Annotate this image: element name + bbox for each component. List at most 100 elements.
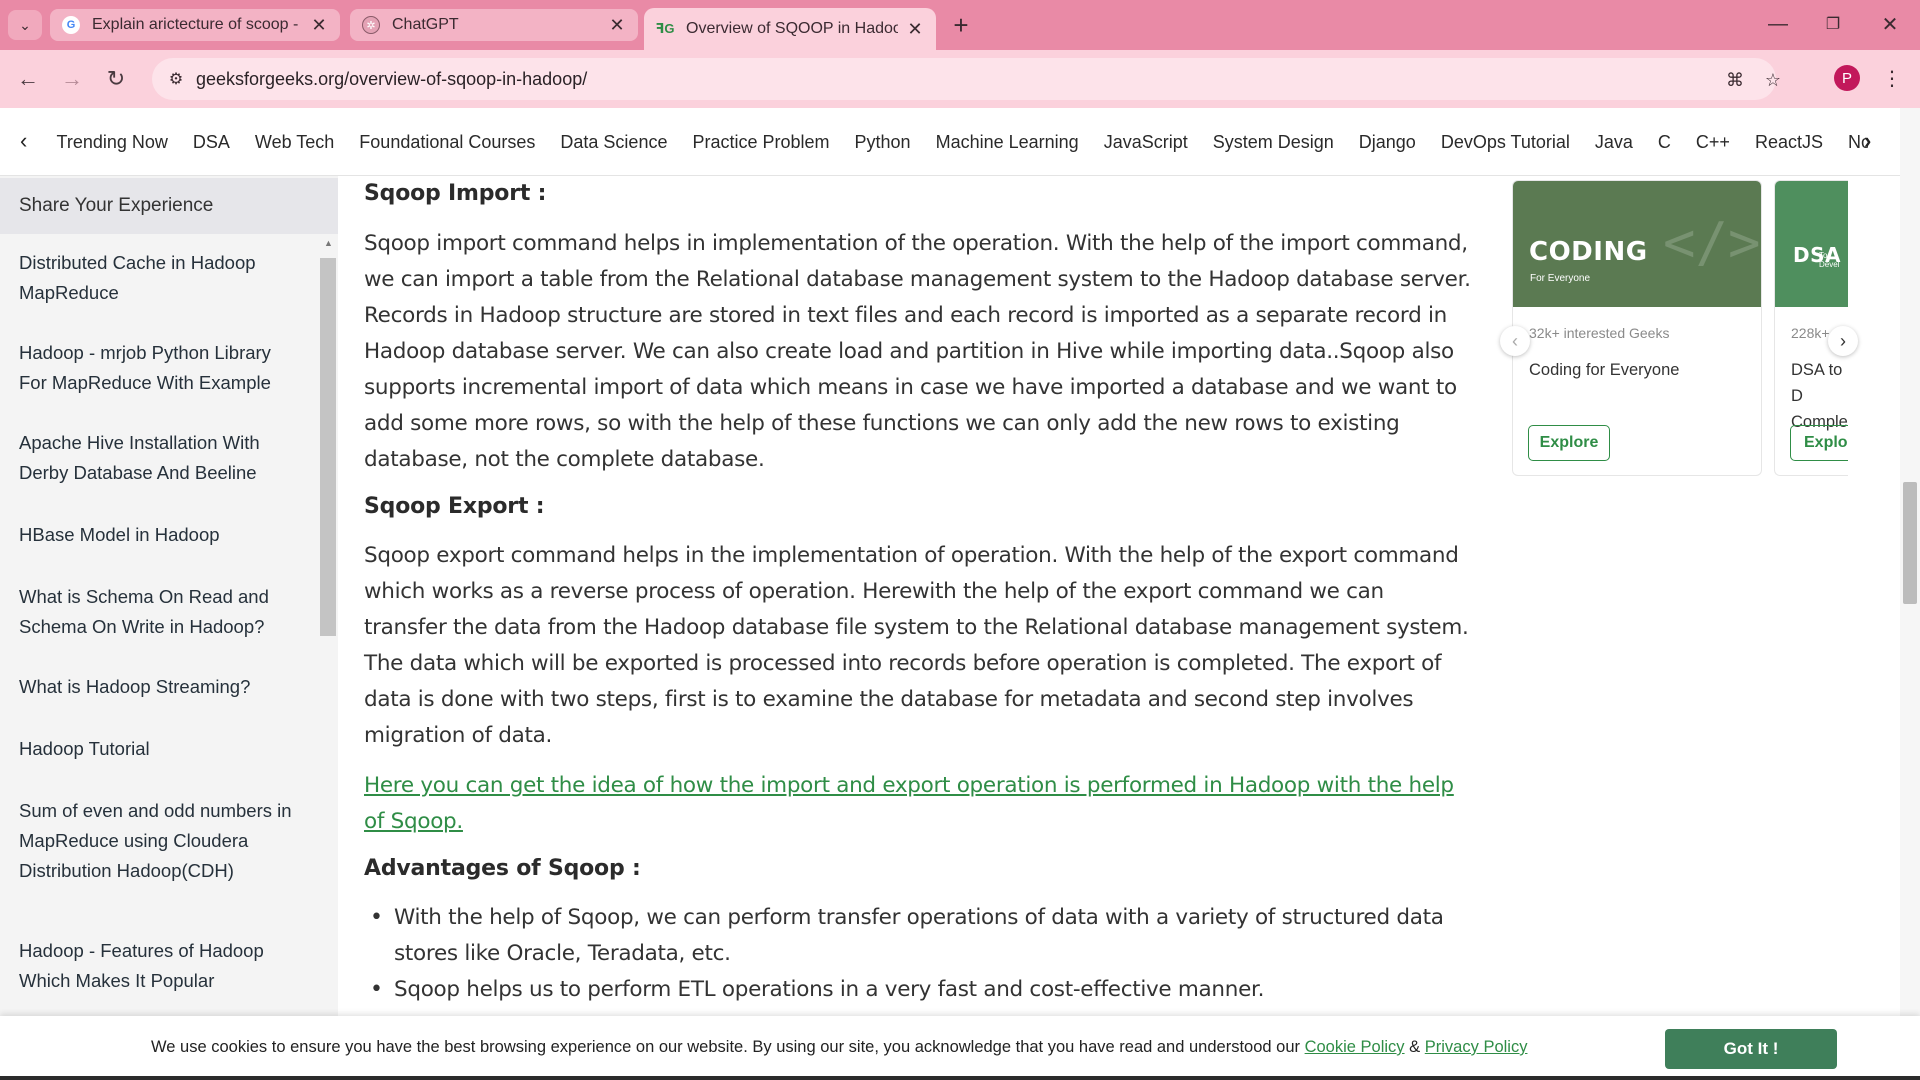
sidebar-item-label: Hadoop - Features of Hadoop <box>19 940 264 961</box>
course-carousel: </> CODING For Everyone 32k+ interested … <box>1500 176 1880 488</box>
cookie-text: We use cookies to ensure you have the be… <box>151 1038 1300 1056</box>
ampersand: & <box>1409 1038 1421 1056</box>
topic-link[interactable]: C++ <box>1683 132 1742 153</box>
forward-icon[interactable]: → <box>56 63 88 95</box>
site-info-icon[interactable]: ⚙ <box>162 65 190 93</box>
chatgpt-icon: ✲ <box>362 16 380 34</box>
topic-link[interactable]: Web Tech <box>242 132 346 153</box>
nav-scroll-left-icon[interactable]: ‹ <box>20 128 27 154</box>
bookmark-star-icon[interactable]: ☆ <box>1760 67 1786 93</box>
text-line: of Sqoop. <box>364 809 463 834</box>
explore-button[interactable]: Explore <box>1528 425 1610 461</box>
topic-link[interactable]: Machine Learning <box>923 132 1091 153</box>
explore-button[interactable]: Explor <box>1790 425 1848 461</box>
text-line: transfer the data from the Hadoop databa… <box>364 615 1469 640</box>
topic-link[interactable]: JavaScript <box>1091 132 1200 153</box>
sidebar-item-label: Distribution Hadoop(CDH) <box>19 860 234 881</box>
carousel-next-icon[interactable]: › <box>1828 326 1858 356</box>
tab-search-icon[interactable]: ⌄ <box>8 10 42 40</box>
sidebar-article-link[interactable]: What is Hadoop Streaming? <box>19 672 309 702</box>
carousel-prev-icon[interactable]: ‹ <box>1500 326 1530 356</box>
interested-count: 32k+ interested Geeks <box>1529 325 1670 341</box>
topic-link[interactable]: ReactJS <box>1742 132 1835 153</box>
text-line: Sqoop export command helps in the implem… <box>364 543 1459 568</box>
new-tab-button[interactable]: + <box>946 10 976 40</box>
got-it-button[interactable]: Got It ! <box>1665 1029 1837 1069</box>
topic-link[interactable]: Python <box>842 132 923 153</box>
tab-chatgpt[interactable]: ✲ ChatGPT ✕ <box>350 9 638 41</box>
topic-link[interactable]: Practice Problem <box>680 132 842 153</box>
text-line: Hadoop database server. We can also crea… <box>364 339 1454 364</box>
nav-scroll-right-icon[interactable]: › <box>1864 128 1871 154</box>
sidebar-item-label: Sum of even and odd numbers in <box>19 800 292 821</box>
sidebar-scroll-thumb[interactable] <box>320 258 336 636</box>
topic-link[interactable]: Java <box>1582 132 1645 153</box>
topic-link[interactable]: Data Science <box>548 132 680 153</box>
sidebar-item-label: What is Hadoop Streaming? <box>19 676 251 697</box>
browser-menu-icon[interactable]: ⋮ <box>1880 64 1904 92</box>
close-tab-icon[interactable]: ✕ <box>906 19 924 40</box>
restore-icon[interactable]: ❐ <box>1813 8 1853 40</box>
course-title[interactable]: DSA to D Comple <box>1791 357 1848 435</box>
close-tab-icon[interactable]: ✕ <box>608 15 626 36</box>
topic-link[interactable]: DevOps Tutorial <box>1428 132 1582 153</box>
course-banner: DSA To Devel <box>1775 181 1848 307</box>
page-scrollbar[interactable] <box>1900 108 1920 1016</box>
url-text[interactable]: geeksforgeeks.org/overview-of-sqoop-in-h… <box>196 69 587 90</box>
advantages-list: With the help of Sqoop, we can perform t… <box>370 900 1444 1008</box>
code-icon: </> <box>1663 211 1761 274</box>
text-line: data is done with two steps, first is to… <box>364 687 1414 712</box>
text-line: we can import a table from the Relationa… <box>364 267 1471 292</box>
sidebar-article-link[interactable]: Apache Hive Installation With Derby Datab… <box>19 428 309 488</box>
back-icon[interactable]: ← <box>12 63 44 95</box>
sidebar-article-link[interactable]: HBase Model in Hadoop <box>19 520 309 550</box>
topic-link[interactable]: Foundational Courses <box>347 132 548 153</box>
topic-link[interactable]: Django <box>1346 132 1428 153</box>
tab-sqoop-overview[interactable]: ꟻG Overview of SQOOP in Hadoop ✕ <box>644 8 936 50</box>
tab-google-search[interactable]: G Explain arictecture of scoop - G ✕ <box>50 9 340 41</box>
sidebar-scrollbar[interactable]: ▲ <box>320 238 338 1016</box>
sidebar-article-link[interactable]: Sum of even and odd numbers in MapReduce … <box>19 796 309 886</box>
scroll-up-icon[interactable]: ▲ <box>324 238 333 248</box>
tab-title: Overview of SQOOP in Hadoop <box>686 20 898 37</box>
text-line: Sqoop import command helps in implementa… <box>364 231 1468 256</box>
text-line: which works as a reverse process of oper… <box>364 579 1384 604</box>
sidebar-article-link[interactable]: Hadoop - Features of Hadoop Which Makes I… <box>19 936 309 996</box>
sidebar-article-link[interactable]: Hadoop Tutorial <box>19 734 309 764</box>
advantages-heading: Advantages of Sqoop : <box>364 856 641 881</box>
profile-avatar[interactable]: P <box>1834 65 1860 91</box>
sidebar-item-label: Derby Database And Beeline <box>19 462 257 483</box>
topic-link[interactable]: System Design <box>1200 132 1346 153</box>
address-bar[interactable]: ⚙ geeksforgeeks.org/overview-of-sqoop-in… <box>152 58 1781 100</box>
banner-subtitle: To Devel <box>1819 251 1840 269</box>
related-articles-sidebar: Share Your Experience Distributed Cache … <box>0 176 338 1016</box>
gfg-icon: ꟻG <box>655 21 675 36</box>
course-title[interactable]: Coding for Everyone <box>1529 357 1749 383</box>
translate-icon[interactable]: ⌘ <box>1722 67 1748 93</box>
privacy-policy-link[interactable]: Privacy Policy <box>1425 1038 1528 1056</box>
reload-icon[interactable]: ↻ <box>100 63 132 95</box>
text-line: The data which will be exported is proce… <box>364 651 1442 676</box>
sidebar-item-label: Which Makes It Popular <box>19 970 215 991</box>
share-experience-link[interactable]: Share Your Experience <box>0 178 338 234</box>
text-line: With the help of Sqoop, we can perform t… <box>394 905 1444 930</box>
minimize-icon[interactable]: — <box>1758 8 1798 40</box>
tab-title: ChatGPT <box>392 16 459 33</box>
sidebar-article-link[interactable]: Hadoop - mrjob Python Library For MapRedu… <box>19 338 309 398</box>
tab-title: Explain arictecture of scoop - G <box>92 16 302 33</box>
topic-link[interactable]: Trending Now <box>44 132 180 153</box>
sidebar-article-link[interactable]: Distributed Cache in Hadoop MapReduce <box>19 248 309 308</box>
sidebar-item-label: Hadoop Tutorial <box>19 738 150 759</box>
banner-title: CODING <box>1529 237 1648 267</box>
sidebar-article-link[interactable]: What is Schema On Read and Schema On Writ… <box>19 582 309 642</box>
browser-tab-strip: ⌄ G Explain arictecture of scoop - G ✕ ✲… <box>0 0 1920 50</box>
course-card[interactable]: </> CODING For Everyone 32k+ interested … <box>1512 180 1762 476</box>
topic-link[interactable]: DSA <box>180 132 242 153</box>
import-export-link[interactable]: Here you can get the idea of how the imp… <box>364 768 1454 840</box>
close-tab-icon[interactable]: ✕ <box>310 15 328 36</box>
topic-link[interactable]: C <box>1645 132 1683 153</box>
page-scroll-thumb[interactable] <box>1903 482 1917 604</box>
sidebar-item-label: For MapReduce With Example <box>19 372 271 393</box>
close-window-icon[interactable]: ✕ <box>1870 8 1910 40</box>
cookie-policy-link[interactable]: Cookie Policy <box>1305 1038 1405 1056</box>
